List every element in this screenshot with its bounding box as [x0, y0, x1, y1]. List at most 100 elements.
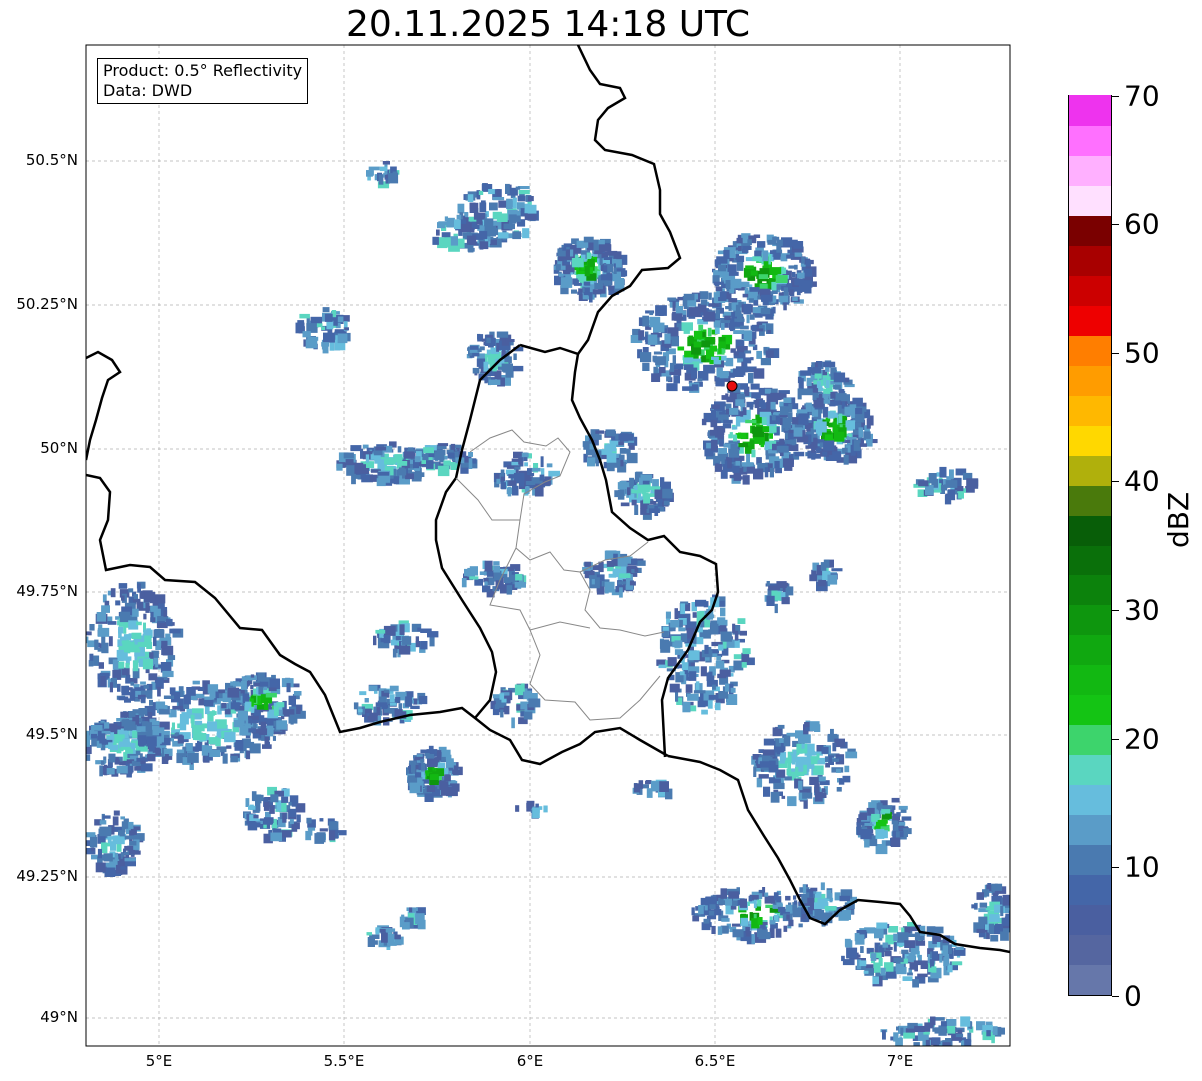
echo-pixel [634, 567, 639, 573]
echo-pixel [434, 757, 440, 763]
echo-pixel [853, 440, 861, 451]
echo-pixel [263, 817, 274, 823]
echo-pixel [842, 959, 855, 966]
echo-pixel [618, 441, 624, 446]
echo-pixel [675, 306, 683, 314]
echo-pixel [405, 691, 414, 698]
colorbar-segment [1069, 365, 1111, 396]
echo-pixel [206, 745, 213, 753]
echo-pixel [110, 588, 116, 598]
echo-pixel [415, 913, 425, 925]
echo-pixel [706, 442, 712, 449]
echo-pixel [264, 699, 269, 710]
echo-pixel [866, 438, 873, 447]
colorbar-segment [1069, 694, 1111, 726]
echo-pixel [133, 594, 138, 600]
echo-pixel [896, 812, 901, 817]
echo-pixel [99, 765, 103, 777]
echo-pixel [794, 278, 804, 286]
echo-pixel [766, 595, 775, 606]
colorbar [1068, 95, 1112, 996]
echo-pixel [764, 467, 769, 478]
echo-pixel [979, 902, 988, 908]
echo-pixel [286, 683, 291, 693]
echo-pixel [539, 474, 545, 481]
echo-pixel [493, 565, 500, 573]
echo-pixel [456, 214, 462, 220]
echo-pixel [858, 427, 864, 438]
echo-pixel [321, 326, 326, 330]
echo-pixel [291, 801, 297, 807]
echo-pixel [620, 459, 624, 467]
echo-pixel [878, 958, 883, 967]
echo-pixel [489, 239, 497, 245]
echo-pixel [786, 914, 790, 920]
echo-pixel [737, 618, 746, 624]
echo-pixel [844, 406, 856, 416]
echo-pixel [672, 301, 676, 312]
echo-pixel [965, 486, 975, 493]
echo-pixel [939, 466, 947, 478]
echo-pixel [711, 404, 720, 410]
echo-pixel [824, 756, 829, 763]
echo-pixel [368, 166, 380, 171]
echo-pixel [436, 229, 440, 236]
echo-pixel [143, 684, 149, 689]
echo-pixel [680, 603, 686, 615]
echo-pixel [814, 373, 822, 379]
echo-pixel [161, 647, 169, 656]
echo-pixel [714, 464, 723, 472]
echo-pixel [751, 934, 755, 944]
echo-pixel [629, 477, 635, 487]
echo-pixel [720, 888, 727, 899]
echo-pixel [816, 421, 827, 433]
echo-pixel [756, 350, 762, 359]
echo-pixel [988, 923, 995, 935]
echo-pixel [437, 762, 446, 769]
echo-pixel [948, 944, 952, 954]
echo-pixel [186, 687, 196, 696]
echo-pixel [647, 493, 655, 497]
echo-pixel [512, 485, 519, 496]
echo-pixel [691, 384, 699, 391]
echo-pixel [163, 610, 168, 617]
echo-pixel [619, 587, 623, 598]
echo-pixel [708, 629, 719, 635]
echo-pixel [211, 710, 215, 716]
echo-pixel [496, 342, 500, 352]
echo-pixel [770, 791, 780, 803]
echo-pixel [940, 485, 948, 491]
echo-pixel [116, 649, 125, 658]
echo-pixel [501, 363, 513, 372]
echo-pixel [389, 934, 395, 945]
echo-pixel [951, 961, 963, 966]
echo-pixel [731, 426, 738, 430]
echo-pixel [457, 203, 465, 214]
echo-pixel [415, 641, 420, 648]
echo-pixel [777, 906, 786, 912]
echo-pixel [381, 932, 388, 943]
echo-pixel [270, 832, 282, 842]
echo-pixel [798, 413, 802, 418]
radar-map[interactable] [0, 0, 1202, 1081]
echo-pixel [693, 690, 706, 694]
echo-pixel [323, 332, 335, 343]
echo-pixel [749, 287, 760, 292]
echo-pixel [145, 722, 152, 732]
echo-pixel [891, 797, 900, 803]
echo-pixel [681, 662, 689, 671]
echo-pixel [673, 375, 680, 384]
echo-pixel [810, 756, 818, 765]
echo-pixel [738, 443, 749, 448]
echo-pixel [732, 929, 744, 938]
echo-pixel [603, 461, 608, 469]
echo-pixel [732, 623, 736, 634]
echo-pixel [107, 621, 117, 625]
echo-pixel [859, 443, 867, 447]
echo-pixel [120, 816, 125, 820]
echo-pixel [619, 448, 627, 454]
echo-pixel [270, 794, 279, 803]
echo-pixel [923, 1031, 930, 1035]
echo-pixel [375, 629, 386, 634]
echo-pixel [763, 738, 775, 746]
